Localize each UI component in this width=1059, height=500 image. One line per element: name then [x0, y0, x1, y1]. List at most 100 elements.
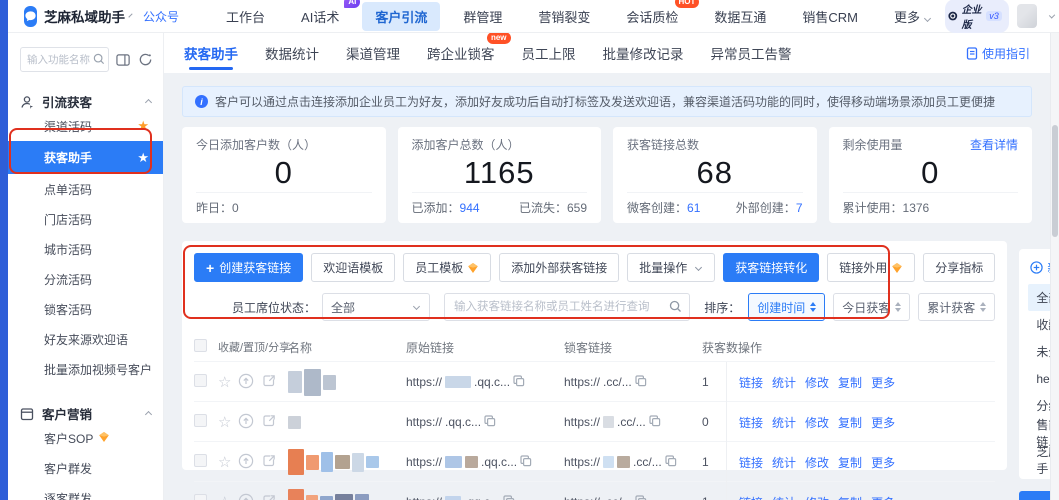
sidebar-item-城市活码[interactable]: 城市活码 — [8, 234, 163, 264]
panel-toggle-icon[interactable] — [116, 53, 131, 67]
nav-item-营销裂变[interactable]: 营销裂变 — [525, 2, 603, 31]
favorite-star-icon[interactable]: ☆ — [218, 415, 231, 430]
action-链接[interactable]: 链接 — [739, 414, 763, 431]
toolbar-button-获客链接转化[interactable]: 获客链接转化 — [723, 253, 819, 282]
pin-top-icon[interactable] — [238, 373, 254, 392]
tab-获客助手[interactable]: 获客助手 — [184, 33, 238, 73]
user-avatar[interactable] — [1017, 4, 1038, 28]
scrollbar-thumb[interactable] — [1052, 125, 1058, 237]
seat-status-select[interactable]: 全部 — [322, 293, 430, 321]
toolbar-button-分享指标[interactable]: 分享指标 — [923, 253, 995, 282]
row-checkbox[interactable] — [194, 454, 207, 467]
tab-跨企业锁客[interactable]: 跨企业锁客new — [427, 33, 495, 73]
account-type-link[interactable]: 公众号 — [143, 8, 179, 25]
toolbar-button-链接外用[interactable]: 链接外用 — [827, 253, 915, 282]
sidebar-item-逐客群发[interactable]: 逐客群发 — [8, 483, 163, 500]
copy-icon[interactable] — [484, 415, 496, 430]
nav-item-客户引流[interactable]: 客户引流 — [362, 2, 440, 31]
share-external-icon[interactable] — [261, 373, 276, 391]
sidebar-item-点单活码[interactable]: 点单活码 — [8, 174, 163, 204]
row-checkbox[interactable] — [194, 494, 207, 500]
action-链接[interactable]: 链接 — [739, 374, 763, 391]
action-复制[interactable]: 复制 — [838, 454, 862, 471]
sidebar-item-渠道活码[interactable]: 渠道活码★ — [8, 111, 163, 141]
action-更多[interactable]: 更多 — [871, 374, 895, 391]
row-checkbox[interactable] — [194, 414, 207, 427]
row-checkbox[interactable] — [194, 374, 207, 387]
favorite-star-icon[interactable]: ☆ — [218, 455, 231, 470]
tab-批量修改记录[interactable]: 批量修改记录 — [603, 33, 684, 73]
copy-icon[interactable] — [649, 415, 661, 430]
nav-item-更多[interactable]: 更多 — [881, 2, 945, 31]
copy-icon[interactable] — [665, 455, 677, 470]
copy-icon[interactable] — [503, 495, 515, 500]
action-修改[interactable]: 修改 — [805, 454, 829, 471]
tab-渠道管理[interactable]: 渠道管理 — [346, 33, 400, 73]
sidebar-item-客户群发[interactable]: 客户群发 — [8, 453, 163, 483]
toolbar-button-添加外部获客链接[interactable]: 添加外部获客链接 — [499, 253, 619, 282]
action-复制[interactable]: 复制 — [838, 374, 862, 391]
copy-icon[interactable] — [635, 495, 647, 500]
view-details-link[interactable]: 查看详情 — [970, 136, 1018, 153]
copy-icon[interactable] — [635, 375, 647, 390]
copy-icon[interactable] — [520, 455, 532, 470]
action-修改[interactable]: 修改 — [805, 494, 829, 500]
app-switch-chevron-icon[interactable] — [128, 13, 132, 17]
sidebar-section-header-客户营销[interactable]: 客户营销 — [8, 404, 163, 423]
stat-card-label: 获客链接总数 — [627, 136, 699, 153]
action-复制[interactable]: 复制 — [838, 414, 862, 431]
nav-item-群管理[interactable]: 群管理 — [450, 2, 515, 31]
usage-guide-link[interactable]: 使用指引 — [966, 45, 1030, 62]
sidebar-item-门店活码[interactable]: 门店活码 — [8, 204, 163, 234]
nav-item-AI话术[interactable]: AI话术AI — [288, 2, 352, 31]
tab-员工上限[interactable]: 员工上限 — [522, 33, 576, 73]
history-icon[interactable] — [138, 52, 153, 67]
action-统计[interactable]: 统计 — [772, 494, 796, 500]
sort-button-累计获客[interactable]: 累计获客 — [918, 293, 995, 321]
action-复制[interactable]: 复制 — [838, 494, 862, 500]
action-修改[interactable]: 修改 — [805, 374, 829, 391]
nav-item-会话质检[interactable]: 会话质检HOT — [613, 2, 691, 31]
tab-数据统计[interactable]: 数据统计 — [265, 33, 319, 73]
sidebar-item-锁客活码[interactable]: 锁客活码 — [8, 294, 163, 324]
nav-item-数据互通[interactable]: 数据互通 — [701, 2, 779, 31]
action-链接[interactable]: 链接 — [739, 454, 763, 471]
action-更多[interactable]: 更多 — [871, 494, 895, 500]
favorite-star-icon[interactable]: ☆ — [218, 495, 231, 500]
toolbar-button-员工模板[interactable]: 员工模板 — [403, 253, 491, 282]
toolbar-button-欢迎语模板[interactable]: 欢迎语模板 — [311, 253, 395, 282]
tab-异常员工告警[interactable]: 异常员工告警 — [711, 33, 792, 73]
share-external-icon[interactable] — [261, 453, 276, 471]
action-统计[interactable]: 统计 — [772, 454, 796, 471]
page-scrollbar[interactable] — [1050, 33, 1059, 500]
sidebar-section-header-引流获客[interactable]: 引流获客 — [8, 92, 163, 111]
stat-card-value: 0 — [843, 153, 1019, 192]
share-external-icon[interactable] — [261, 493, 276, 500]
toolbar-button-创建获客链接[interactable]: +创建获客链接 — [194, 253, 303, 282]
action-修改[interactable]: 修改 — [805, 414, 829, 431]
user-menu-chevron-icon[interactable] — [1049, 12, 1055, 18]
sidebar-item-好友来源欢迎语[interactable]: 好友来源欢迎语 — [8, 324, 163, 354]
copy-icon[interactable] — [513, 375, 525, 390]
sidebar-item-分流活码[interactable]: 分流活码 — [8, 264, 163, 294]
action-统计[interactable]: 统计 — [772, 414, 796, 431]
action-链接[interactable]: 链接 — [739, 494, 763, 500]
sidebar-item-客户SOP[interactable]: 客户SOP — [8, 423, 163, 453]
action-更多[interactable]: 更多 — [871, 414, 895, 431]
toolbar-button-批量操作[interactable]: 批量操作 — [627, 253, 715, 282]
action-更多[interactable]: 更多 — [871, 454, 895, 471]
select-all-checkbox[interactable] — [194, 339, 207, 352]
pin-top-icon[interactable] — [238, 453, 254, 472]
sidebar-item-批量添加视频号客户[interactable]: 批量添加视频号客户 — [8, 354, 163, 384]
sort-button-今日获客[interactable]: 今日获客 — [833, 293, 910, 321]
pin-top-icon[interactable] — [238, 493, 254, 500]
link-search-input[interactable] — [444, 293, 690, 321]
share-external-icon[interactable] — [261, 413, 276, 431]
pin-top-icon[interactable] — [238, 413, 254, 432]
favorite-star-icon[interactable]: ☆ — [218, 375, 231, 390]
sidebar-item-获客助手[interactable]: 获客助手★ — [8, 141, 163, 174]
sort-button-创建时间[interactable]: 创建时间 — [748, 293, 825, 321]
nav-item-销售CRM[interactable]: 销售CRM — [789, 2, 871, 31]
nav-item-工作台[interactable]: 工作台 — [213, 2, 278, 31]
action-统计[interactable]: 统计 — [772, 374, 796, 391]
